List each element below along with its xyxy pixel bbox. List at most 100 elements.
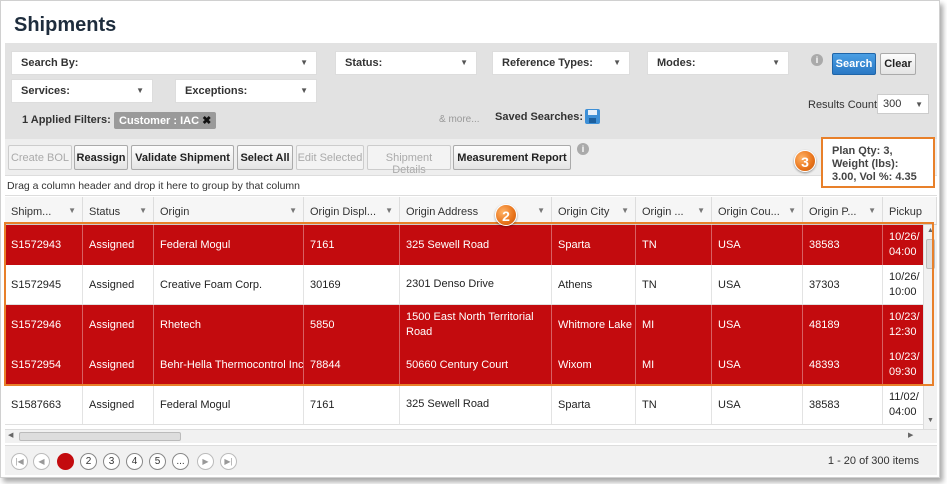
select-all-button[interactable]: Select All	[237, 145, 293, 170]
chevron-down-icon: ▼	[300, 86, 308, 95]
shipment-id-cell-text: S1587663	[11, 398, 62, 411]
status-cell-text: Assigned	[89, 398, 135, 411]
column-header-label: Status	[89, 206, 121, 218]
page-button-more[interactable]: ...	[172, 453, 189, 470]
selected-rows-highlight	[4, 222, 934, 386]
modes-dropdown[interactable]: Modes: ▼	[647, 51, 789, 75]
validate-shipment-button[interactable]: Validate Shipment	[131, 145, 234, 170]
info-icon[interactable]: i	[811, 54, 823, 66]
pickup-time: 04:00	[889, 405, 917, 418]
column-header-label: Shipm...	[11, 206, 52, 218]
scroll-right-icon[interactable]: ▶	[908, 431, 913, 439]
chevron-down-icon[interactable]: ▼	[868, 206, 876, 215]
column-header-origin-city[interactable]: Origin City ▼	[552, 197, 636, 225]
first-page-icon[interactable]: |◀	[11, 453, 28, 470]
page-button-5[interactable]: 5	[149, 453, 166, 470]
clear-button[interactable]: Clear	[880, 53, 916, 75]
page-button-3[interactable]: 3	[103, 453, 120, 470]
chevron-down-icon: ▼	[772, 58, 780, 67]
save-search-icon[interactable]	[585, 109, 600, 124]
column-header-label: Origin City	[558, 206, 610, 218]
origin-cell: Federal Mogul	[154, 385, 304, 424]
origin-cell-text: Federal Mogul	[160, 398, 231, 411]
reference-types-dropdown[interactable]: Reference Types: ▼	[492, 51, 630, 75]
remove-filter-icon[interactable]: ✖	[202, 115, 211, 127]
callout-badge-3: 3	[794, 150, 816, 172]
origin-state-cell: TN	[636, 385, 712, 424]
column-header-pickup[interactable]: Pickup	[883, 197, 937, 225]
column-header-label: Origin P...	[809, 206, 857, 218]
reassign-button[interactable]: Reassign	[74, 145, 128, 170]
page-title: Shipments	[14, 14, 117, 36]
reference-types-label: Reference Types:	[502, 57, 593, 69]
filters-panel: Search By: ▼ Status: ▼ Reference Types: ▼ M…	[5, 43, 937, 139]
column-header-origin-address[interactable]: Origin Address ▼	[400, 197, 552, 225]
search-by-dropdown[interactable]: Search By: ▼	[11, 51, 317, 75]
horizontal-scrollbar[interactable]: ◀ ▶	[5, 429, 937, 443]
chevron-down-icon[interactable]: ▼	[139, 206, 147, 215]
chevron-down-icon[interactable]: ▼	[68, 206, 76, 215]
search-by-label: Search By:	[21, 57, 79, 69]
measurement-report-button[interactable]: Measurement Report	[453, 145, 571, 170]
column-header-label: Origin Displ...	[310, 206, 377, 218]
chevron-down-icon: ▼	[915, 100, 923, 109]
exceptions-dropdown[interactable]: Exceptions: ▼	[175, 79, 317, 103]
column-header-shipment[interactable]: Shipm... ▼	[5, 197, 83, 225]
status-dropdown[interactable]: Status: ▼	[335, 51, 477, 75]
column-header-origin-display[interactable]: Origin Displ... ▼	[304, 197, 400, 225]
column-header-label: Origin ...	[642, 206, 684, 218]
origin-address-cell-text: 325 Sewell Road	[406, 398, 490, 410]
last-page-icon[interactable]: ▶|	[220, 453, 237, 470]
horizontal-scroll-thumb[interactable]	[19, 432, 181, 441]
chevron-down-icon: ▼	[460, 58, 468, 67]
column-header-status[interactable]: Status ▼	[83, 197, 154, 225]
shipment-details-button[interactable]: Shipment Details	[367, 145, 451, 176]
modes-label: Modes:	[657, 57, 696, 69]
shipment-id-cell: S1587663	[5, 385, 83, 424]
services-label: Services:	[21, 85, 70, 97]
create-bol-button[interactable]: Create BOL	[8, 145, 72, 170]
origin-city-cell-text: Sparta	[558, 398, 591, 411]
chevron-down-icon[interactable]: ▼	[385, 206, 393, 215]
info-icon[interactable]: i	[577, 143, 589, 155]
results-count-label: Results Count:	[808, 99, 881, 111]
column-header-origin[interactable]: Origin ▼	[154, 197, 304, 225]
pager: |◀ ◀ 1 2 3 4 5 ... ▶ ▶| 1 - 20 of 300 it…	[5, 445, 937, 475]
search-button[interactable]: Search	[832, 53, 876, 75]
saved-searches-label: Saved Searches:	[495, 111, 584, 123]
chevron-down-icon[interactable]: ▼	[537, 206, 545, 215]
callout-badge-2: 2	[495, 204, 517, 226]
chevron-down-icon[interactable]: ▼	[621, 206, 629, 215]
status-cell: Assigned	[83, 385, 154, 424]
applied-filter-chip-label: Customer : IAC	[119, 115, 200, 127]
origin-state-cell-text: TN	[642, 398, 657, 411]
table-row[interactable]: S1587663 Assigned Federal Mogul 7161 325 Sew…	[5, 385, 937, 425]
column-header-origin-country[interactable]: Origin Cou... ▼	[712, 197, 803, 225]
column-header-label: Pickup	[889, 206, 923, 218]
results-count-value: 300	[883, 98, 902, 110]
column-header-label: Origin	[160, 206, 190, 218]
more-filters-link[interactable]: & more...	[439, 114, 480, 125]
chevron-down-icon[interactable]: ▼	[289, 206, 297, 215]
pager-summary: 1 - 20 of 300 items	[827, 455, 919, 467]
page-button-4[interactable]: 4	[126, 453, 143, 470]
previous-page-icon[interactable]: ◀	[33, 453, 50, 470]
origin-country-cell: USA	[712, 385, 803, 424]
origin-country-cell-text: USA	[718, 398, 741, 411]
page-button-2[interactable]: 2	[80, 453, 97, 470]
scroll-left-icon[interactable]: ◀	[8, 431, 13, 439]
column-header-origin-postal[interactable]: Origin P... ▼	[803, 197, 883, 225]
edit-selected-button[interactable]: Edit Selected	[296, 145, 364, 170]
services-dropdown[interactable]: Services: ▼	[11, 79, 153, 103]
scroll-down-icon[interactable]: ▼	[927, 417, 934, 424]
next-page-icon[interactable]: ▶	[197, 453, 214, 470]
page-button-1[interactable]: 1	[57, 453, 74, 470]
applied-filters-label: 1 Applied Filters:	[22, 114, 111, 126]
chevron-down-icon[interactable]: ▼	[788, 206, 796, 215]
column-header-origin-state[interactable]: Origin ... ▼	[636, 197, 712, 225]
chevron-down-icon[interactable]: ▼	[697, 206, 705, 215]
origin-address-cell: 325 Sewell Road	[400, 385, 552, 424]
results-count-select[interactable]: 300 ▼	[877, 94, 929, 114]
chevron-down-icon: ▼	[136, 86, 144, 95]
status-label: Status:	[345, 57, 383, 69]
